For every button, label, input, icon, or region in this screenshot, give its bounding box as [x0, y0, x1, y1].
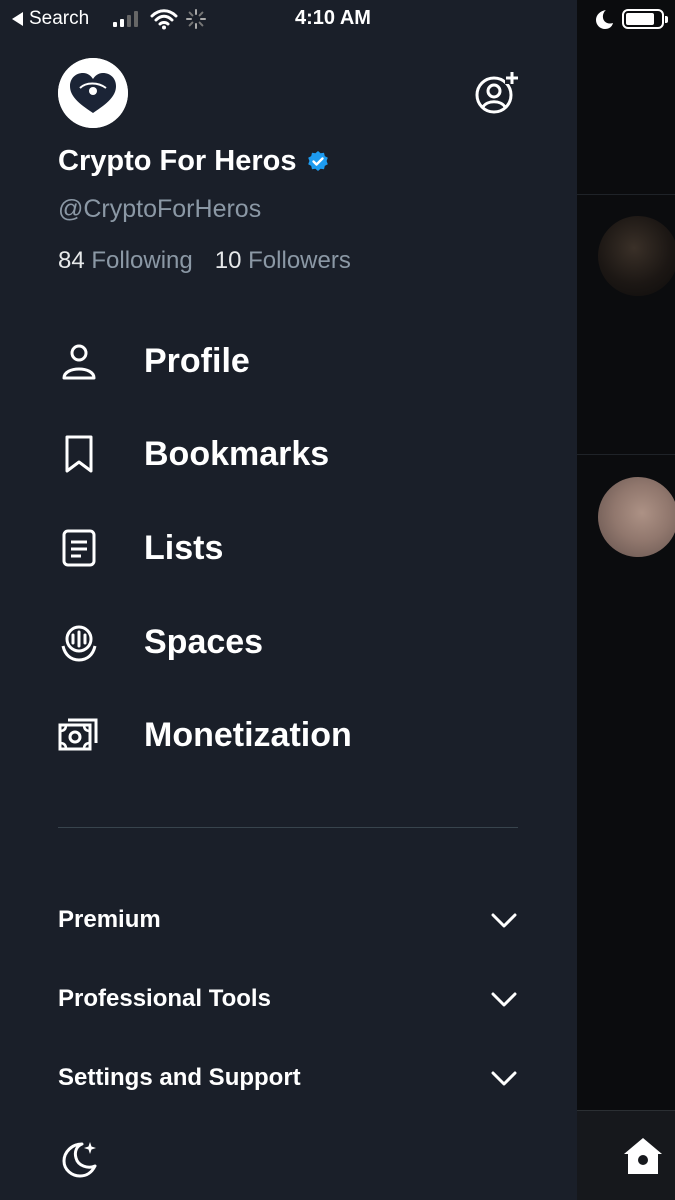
spaces-icon	[58, 621, 100, 663]
menu-item-label: Lists	[144, 528, 224, 567]
wifi-icon	[150, 9, 178, 30]
display-name-text: Crypto For Heros	[58, 145, 297, 177]
following-count: 84	[58, 247, 85, 274]
menu-item-bookmarks[interactable]: Bookmarks	[58, 424, 329, 484]
display-name[interactable]: Crypto For Heros	[58, 145, 330, 178]
person-icon	[58, 340, 100, 382]
status-bar: Search 4:10 AM	[0, 0, 675, 38]
followers-link[interactable]: 10 Followers	[215, 247, 351, 275]
follow-stats: 84 Following 10 Followers	[58, 247, 351, 275]
section-label: Professional Tools	[58, 985, 271, 1012]
add-account-icon[interactable]	[473, 70, 519, 116]
timeline-divider	[577, 454, 675, 455]
following-label: Following	[91, 247, 193, 274]
avatar-logo-icon	[58, 58, 128, 128]
menu-divider	[58, 827, 518, 828]
followers-count: 10	[214, 247, 242, 274]
chevron-down-icon	[491, 1071, 517, 1086]
timeline-divider	[577, 194, 675, 195]
timeline-avatar[interactable]	[598, 216, 675, 296]
menu-item-spaces[interactable]: Spaces	[58, 612, 263, 672]
do-not-disturb-icon	[596, 10, 613, 29]
home-icon[interactable]	[622, 1136, 664, 1176]
loading-spinner-icon	[186, 9, 206, 29]
clock: 4:10 AM	[295, 7, 371, 29]
verified-badge-icon	[308, 150, 329, 171]
cell-signal-icon	[113, 10, 138, 27]
menu-item-label: Bookmarks	[144, 434, 330, 473]
list-icon	[58, 527, 100, 569]
back-to-app[interactable]: Search	[12, 8, 89, 30]
menu-item-lists[interactable]: Lists	[58, 518, 223, 578]
dark-mode-toggle-icon[interactable]	[58, 1138, 98, 1178]
chevron-down-icon	[491, 992, 517, 1007]
menu-item-label: Spaces	[144, 622, 264, 661]
menu-item-monetization[interactable]: Monetization	[58, 705, 352, 765]
money-icon	[58, 714, 100, 756]
back-label: Search	[29, 8, 90, 29]
followers-label: Followers	[248, 247, 351, 274]
section-label: Premium	[58, 906, 161, 933]
user-handle: @CryptoForHeros	[58, 195, 262, 223]
menu-item-label: Monetization	[144, 715, 352, 754]
side-drawer: Crypto For Heros @CryptoForHeros 84 Foll…	[0, 0, 577, 1200]
section-label: Settings and Support	[58, 1064, 301, 1091]
menu-item-label: Profile	[144, 341, 250, 380]
following-link[interactable]: 84 Following	[58, 247, 193, 275]
section-settings-support[interactable]: Settings and Support	[58, 1056, 518, 1100]
section-professional-tools[interactable]: Professional Tools	[58, 977, 518, 1021]
back-arrow-icon	[12, 12, 23, 26]
bookmark-icon	[58, 433, 100, 475]
section-premium[interactable]: Premium	[58, 898, 518, 942]
menu-item-profile[interactable]: Profile	[58, 331, 250, 391]
profile-avatar[interactable]	[58, 58, 128, 128]
battery-icon	[622, 9, 668, 29]
chevron-down-icon	[491, 913, 517, 928]
timeline-avatar[interactable]	[598, 477, 675, 557]
